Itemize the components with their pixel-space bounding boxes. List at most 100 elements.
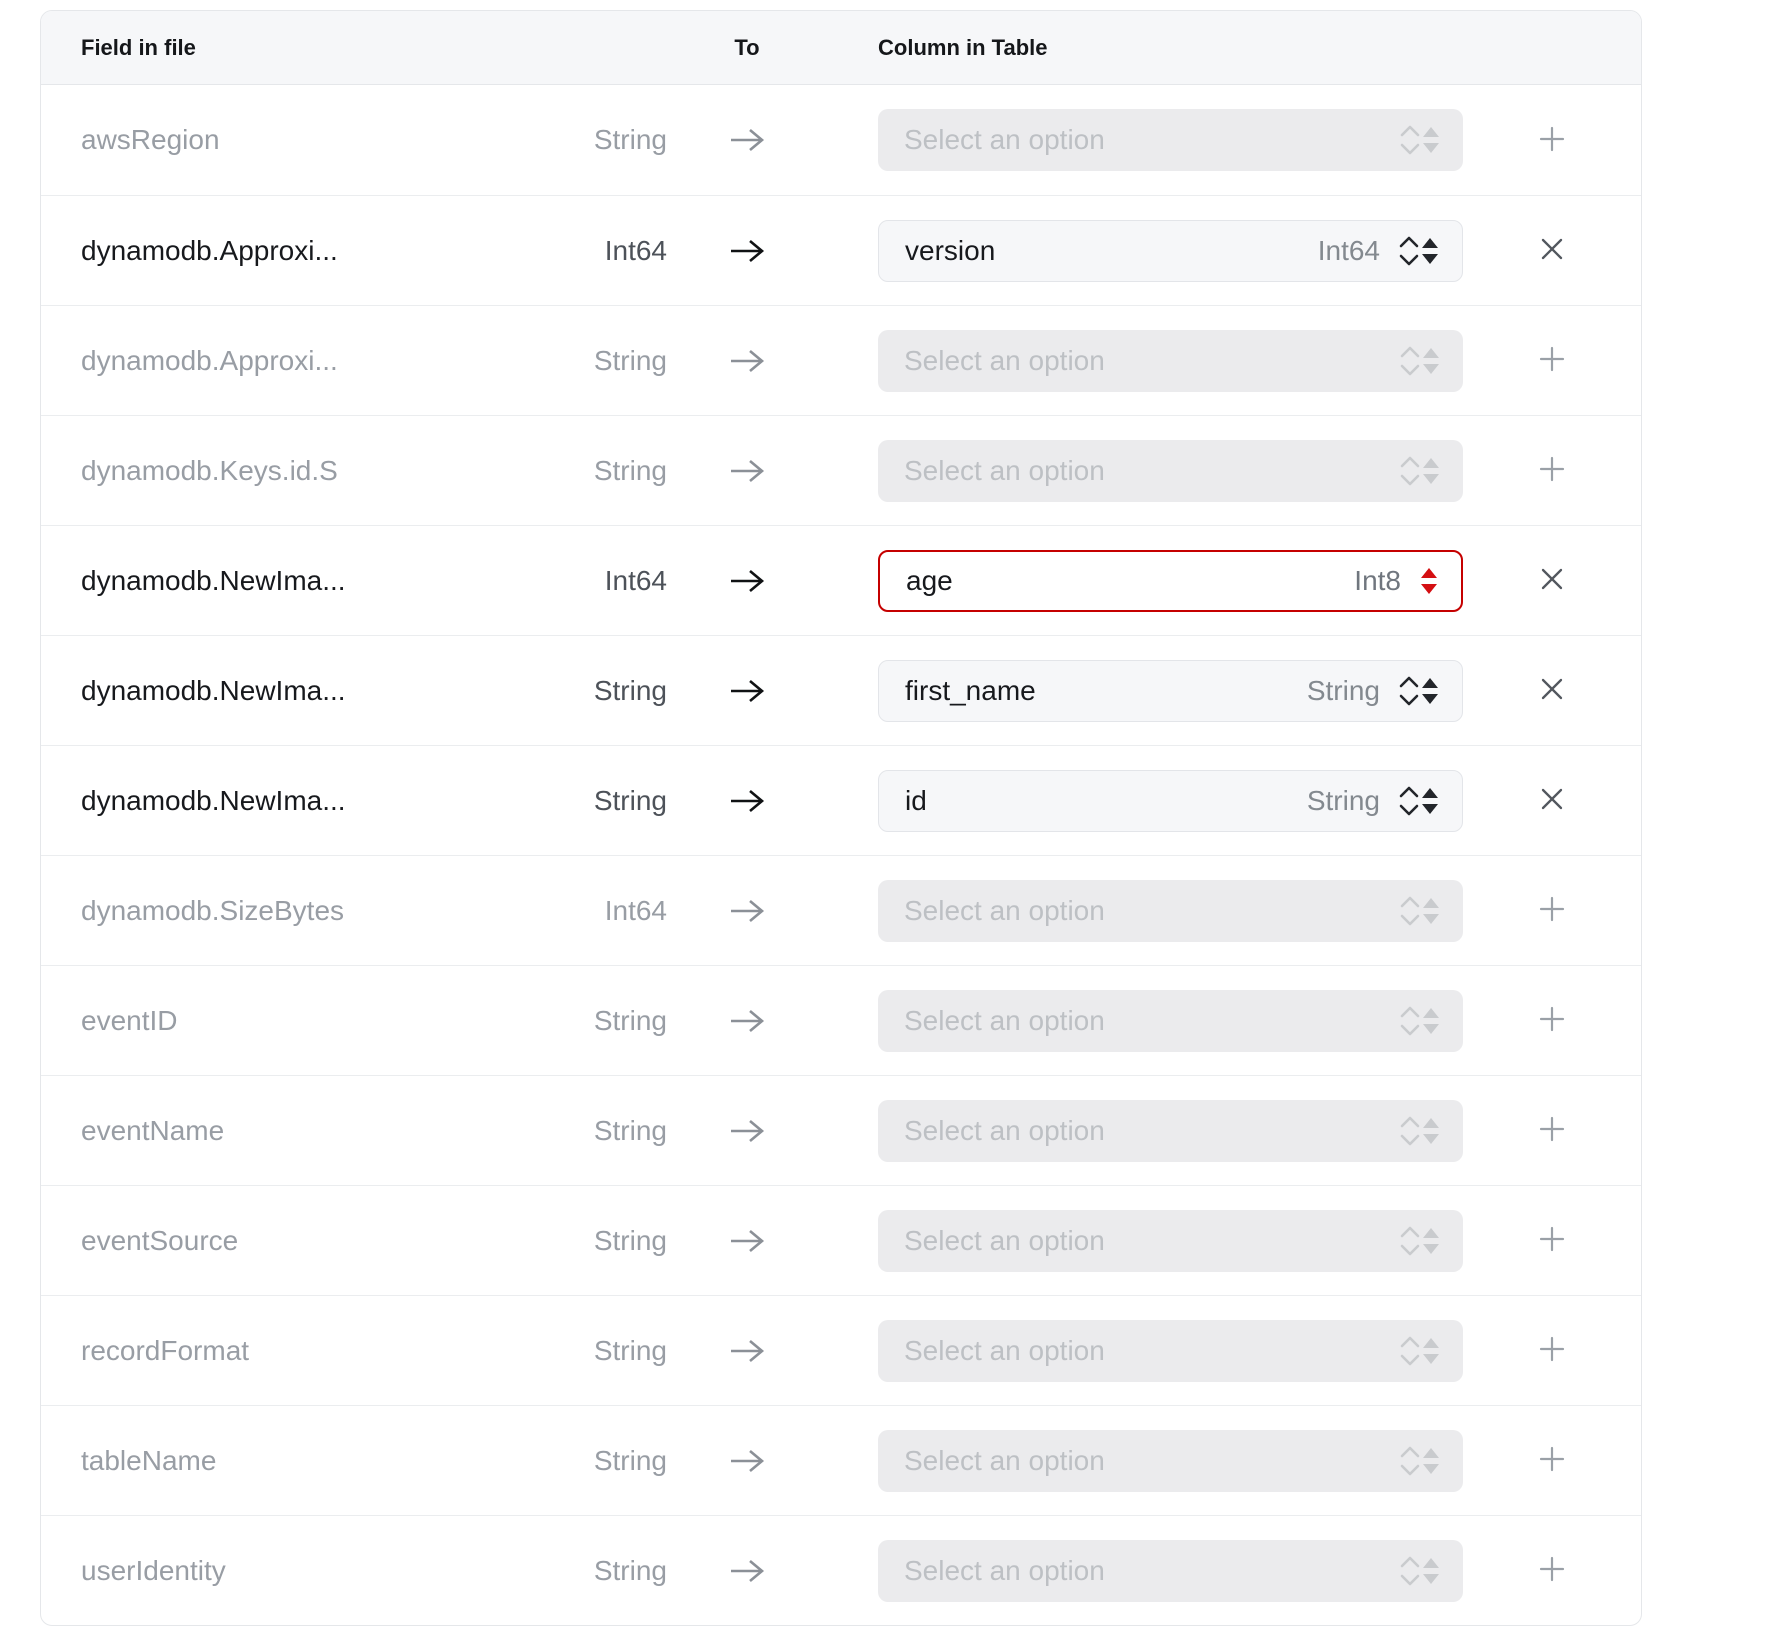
arrow-right-icon <box>667 567 827 595</box>
column-select-value: Select an option <box>904 1225 1399 1257</box>
chevron-updown-icon <box>1398 784 1440 818</box>
row-action-button[interactable] <box>1528 1547 1576 1595</box>
field-type-label: String <box>501 675 667 707</box>
field-type-label: String <box>501 785 667 817</box>
row-action-button[interactable] <box>1528 887 1576 935</box>
row-action-button[interactable] <box>1528 1327 1576 1375</box>
row-action-button[interactable] <box>1528 447 1576 495</box>
arrow-right-icon <box>667 237 827 265</box>
field-name-label: dynamodb.NewIma... <box>81 785 501 817</box>
field-mapping-table: Field in file To Column in Table awsRegi… <box>40 10 1642 1626</box>
plus-icon <box>1537 454 1567 487</box>
column-select: Select an option <box>878 1100 1463 1162</box>
column-select[interactable]: id String <box>878 770 1463 832</box>
arrow-right-icon <box>667 1337 827 1365</box>
row-action-button[interactable] <box>1528 1107 1576 1155</box>
row-action-button[interactable] <box>1528 997 1576 1045</box>
arrow-right-icon <box>667 787 827 815</box>
mapping-row: dynamodb.NewIma... Int64 age Int8 <box>41 525 1641 635</box>
chevron-updown-icon <box>1399 1224 1441 1258</box>
column-select-value: Select an option <box>904 345 1399 377</box>
field-type-label: String <box>501 455 667 487</box>
arrow-right-icon <box>667 1557 827 1585</box>
row-action-button[interactable] <box>1528 227 1576 275</box>
row-action-button[interactable] <box>1528 1217 1576 1265</box>
table-header: Field in file To Column in Table <box>41 11 1641 85</box>
chevron-updown-icon <box>1399 344 1441 378</box>
column-select-value: Select an option <box>904 1335 1399 1367</box>
column-type-label: String <box>1307 785 1380 817</box>
column-select: Select an option <box>878 880 1463 942</box>
chevron-updown-icon <box>1399 1334 1441 1368</box>
field-type-label: String <box>501 1555 667 1587</box>
column-select: Select an option <box>878 330 1463 392</box>
arrow-right-icon <box>667 347 827 375</box>
chevron-updown-icon <box>1399 1004 1441 1038</box>
field-type-label: Int64 <box>501 565 667 597</box>
column-select: Select an option <box>878 1540 1463 1602</box>
chevron-updown-icon <box>1399 1444 1441 1478</box>
column-select[interactable]: first_name String <box>878 660 1463 722</box>
mapping-row: recordFormat String Select an option <box>41 1295 1641 1405</box>
field-name-label: dynamodb.Approxi... <box>81 345 501 377</box>
row-action-button[interactable] <box>1528 667 1576 715</box>
field-type-label: String <box>501 345 667 377</box>
column-select-value: Select an option <box>904 124 1399 156</box>
chevron-updown-icon <box>1399 1554 1441 1588</box>
arrow-right-icon <box>667 457 827 485</box>
field-type-label: Int64 <box>501 895 667 927</box>
column-select: Select an option <box>878 1210 1463 1272</box>
field-type-label: String <box>501 1115 667 1147</box>
chevron-updown-icon <box>1399 1114 1441 1148</box>
mapping-row: dynamodb.NewIma... String id String <box>41 745 1641 855</box>
close-icon <box>1539 236 1565 265</box>
mapping-row: dynamodb.Keys.id.S String Select an opti… <box>41 415 1641 525</box>
field-name-label: userIdentity <box>81 1555 501 1587</box>
column-select-value: first_name <box>905 675 1307 707</box>
column-select-value: Select an option <box>904 1005 1399 1037</box>
close-icon <box>1539 566 1565 595</box>
field-name-label: dynamodb.SizeBytes <box>81 895 501 927</box>
field-name-label: dynamodb.Keys.id.S <box>81 455 501 487</box>
plus-icon <box>1537 344 1567 377</box>
plus-icon <box>1537 1334 1567 1367</box>
row-action-button[interactable] <box>1528 116 1576 164</box>
arrow-right-icon <box>667 1007 827 1035</box>
close-icon <box>1539 786 1565 815</box>
chevron-updown-icon <box>1419 566 1439 596</box>
column-type-label: Int64 <box>1318 235 1380 267</box>
arrow-right-icon <box>667 1117 827 1145</box>
column-select: Select an option <box>878 109 1463 171</box>
chevron-updown-icon <box>1399 454 1441 488</box>
mapping-row: dynamodb.SizeBytes Int64 Select an optio… <box>41 855 1641 965</box>
chevron-updown-icon <box>1399 123 1441 157</box>
header-column-in-table: Column in Table <box>878 35 1463 61</box>
column-select: Select an option <box>878 1430 1463 1492</box>
plus-icon <box>1537 1114 1567 1147</box>
row-action-button[interactable] <box>1528 1437 1576 1485</box>
column-select-value: Select an option <box>904 1555 1399 1587</box>
column-type-label: Int8 <box>1354 565 1401 597</box>
header-field-in-file: Field in file <box>81 35 501 61</box>
plus-icon <box>1537 1004 1567 1037</box>
column-select-value: version <box>905 235 1318 267</box>
row-action-button[interactable] <box>1528 557 1576 605</box>
mapping-rows: awsRegion String Select an option <box>41 85 1641 1625</box>
row-action-button[interactable] <box>1528 777 1576 825</box>
column-select-value: age <box>906 565 1354 597</box>
column-select[interactable]: age Int8 <box>878 550 1463 612</box>
mapping-row: dynamodb.Approxi... String Select an opt… <box>41 305 1641 415</box>
field-name-label: eventID <box>81 1005 501 1037</box>
column-select-value: id <box>905 785 1307 817</box>
column-select[interactable]: version Int64 <box>878 220 1463 282</box>
column-select-value: Select an option <box>904 1115 1399 1147</box>
mapping-row: awsRegion String Select an option <box>41 85 1641 195</box>
row-action-button[interactable] <box>1528 337 1576 385</box>
plus-icon <box>1537 1554 1567 1587</box>
field-type-label: String <box>501 124 667 156</box>
field-name-label: dynamodb.NewIma... <box>81 565 501 597</box>
field-type-label: String <box>501 1005 667 1037</box>
chevron-updown-icon <box>1399 894 1441 928</box>
close-icon <box>1539 676 1565 705</box>
mapping-row: dynamodb.NewIma... String first_name Str… <box>41 635 1641 745</box>
